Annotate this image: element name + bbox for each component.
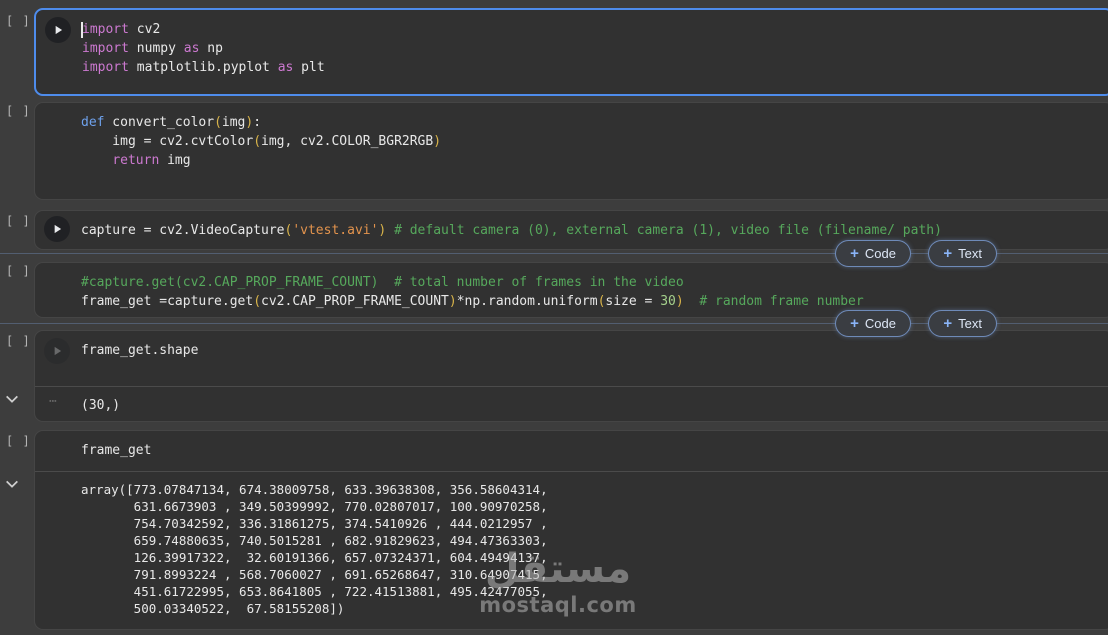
code-line: frame_get.shape — [81, 343, 199, 358]
add-code-button[interactable]: + Code — [835, 310, 911, 337]
text-cursor — [81, 22, 83, 38]
code-line: return img — [112, 153, 191, 168]
run-cell-button[interactable] — [44, 216, 70, 242]
add-code-label: Code — [864, 246, 896, 261]
plus-icon: + — [850, 315, 859, 332]
code-line: frame_get — [81, 443, 152, 458]
play-icon — [55, 25, 63, 35]
code-editor[interactable]: #capture.get(cv2.CAP_PROP_FRAME_COUNT) #… — [35, 263, 1108, 311]
cell-state-indicator: [ ] — [6, 264, 31, 278]
code-editor[interactable]: import cv2 import numpy as np import matpl… — [36, 10, 1108, 77]
cell-state-indicator: [ ] — [6, 104, 31, 118]
collapse-output-icon[interactable] — [4, 476, 20, 492]
code-line: import matplotlib.pyplot as plt — [82, 60, 325, 75]
code-editor[interactable]: def convert_color(img): img = cv2.cvtCol… — [35, 103, 1108, 189]
code-cell[interactable]: def convert_color(img): img = cv2.cvtCol… — [34, 102, 1108, 200]
code-line: img = cv2.cvtColor(img, cv2.COLOR_BGR2RG… — [81, 134, 442, 149]
cell-state-indicator: [ ] — [6, 434, 31, 448]
code-line: import cv2 — [82, 22, 161, 37]
plus-icon: + — [850, 245, 859, 262]
cell-state-indicator: [ ] — [6, 214, 31, 228]
run-cell-button[interactable] — [45, 17, 71, 43]
add-code-label: Code — [864, 316, 896, 331]
cell-output: (30,) — [81, 398, 121, 413]
run-cell-button[interactable] — [44, 338, 70, 364]
collapse-output-icon[interactable] — [4, 391, 20, 407]
play-icon — [54, 346, 62, 356]
play-icon — [54, 224, 62, 234]
code-cell[interactable]: frame_get array([773.07847134, 674.38009… — [34, 430, 1108, 630]
plus-icon: + — [943, 315, 953, 332]
code-line: #capture.get(cv2.CAP_PROP_FRAME_COUNT) #… — [81, 275, 684, 290]
add-text-button[interactable]: + Text — [928, 310, 997, 337]
cell-state-indicator: [ ] — [6, 14, 31, 28]
code-line: import numpy as np — [82, 41, 223, 56]
code-editor[interactable]: capture = cv2.VideoCapture('vtest.avi') … — [35, 211, 1108, 240]
code-line: frame_get =capture.get(cv2.CAP_PROP_FRAM… — [81, 294, 864, 309]
code-cell[interactable]: frame_get.shape ⋯ (30,) — [34, 330, 1108, 422]
code-line: capture = cv2.VideoCapture('vtest.avi') … — [81, 223, 942, 238]
code-editor[interactable]: frame_get — [35, 431, 1108, 471]
code-editor[interactable]: frame_get.shape — [35, 331, 1108, 386]
code-cell[interactable]: import cv2 import numpy as np import matpl… — [34, 8, 1108, 96]
cell-output: array([773.07847134, 674.38009758, 633.3… — [81, 482, 548, 616]
plus-icon: + — [943, 245, 953, 262]
notebook-canvas: [ ] [ ] [ ] [ ] [ ] [ ] import cv2 import… — [0, 0, 1108, 635]
add-text-label: Text — [958, 246, 982, 261]
add-text-button[interactable]: + Text — [928, 240, 997, 267]
add-code-button[interactable]: + Code — [835, 240, 911, 267]
cell-state-indicator: [ ] — [6, 334, 31, 348]
code-line: def convert_color(img): — [81, 115, 262, 130]
add-text-label: Text — [958, 316, 982, 331]
